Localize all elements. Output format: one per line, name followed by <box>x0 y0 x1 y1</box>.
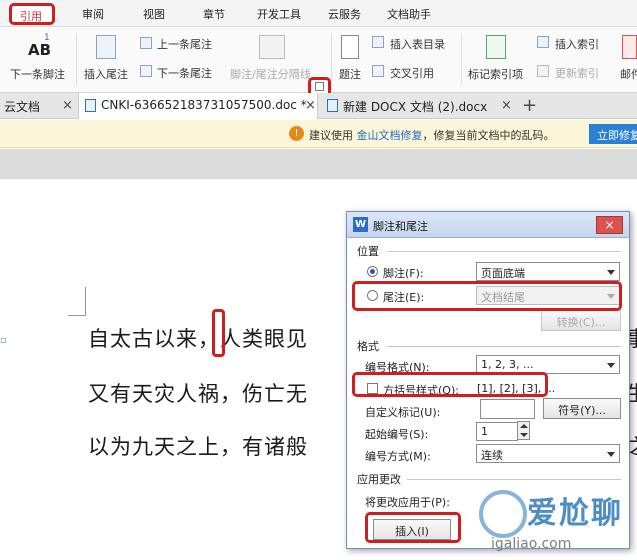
group-divider <box>387 346 621 347</box>
numbering-select[interactable]: 连续 <box>476 444 620 463</box>
paragraph-marker-icon: ▫ <box>0 335 7 346</box>
chevron-down-icon <box>607 452 615 457</box>
page-corner-mark <box>85 287 86 315</box>
start-number-input[interactable]: 1 <box>476 422 518 441</box>
cross-ref-button[interactable]: 交叉引用 <box>390 65 434 81</box>
format-group-label: 格式 <box>357 340 379 353</box>
watermark: 爱尬聊 igaliao.com <box>477 482 635 560</box>
repair-now-button[interactable]: 立即修复 <box>589 124 637 144</box>
repair-link[interactable]: 金山文档修复 <box>357 129 423 142</box>
dialog-title-bar: W 脚注和尾注 × <box>347 212 629 238</box>
separator-icon <box>259 35 285 59</box>
menu-tab-reference[interactable]: 引用 <box>9 3 55 25</box>
apply-to-label: 将更改应用于(P): <box>365 496 450 509</box>
tab-new-docx[interactable]: 新建 DOCX 文档 (2).docx <box>325 93 515 119</box>
custom-mark-label: 自定义标记(U): <box>365 406 441 419</box>
insert-endnote-icon[interactable] <box>96 35 116 59</box>
close-icon[interactable]: × <box>501 98 512 113</box>
ribbon-divider <box>331 33 332 85</box>
document-icon <box>327 99 338 112</box>
insert-endnote-button[interactable]: 插入尾注 <box>84 66 128 82</box>
group-divider <box>407 479 621 480</box>
numbering-label: 编号方式(M): <box>365 450 431 463</box>
ribbon-divider <box>76 33 77 85</box>
prev-endnote-icon <box>140 37 152 49</box>
footnote-label: 脚注(F): <box>383 267 424 280</box>
update-index-button[interactable]: 更新索引 <box>555 65 599 81</box>
custom-mark-input[interactable] <box>480 399 535 419</box>
tab-cnki-doc[interactable]: CNKI-636652183731057500.doc * <box>78 93 318 119</box>
footnote-radio[interactable] <box>367 266 378 277</box>
ribbon-divider <box>461 33 462 85</box>
menu-tab-assistant[interactable]: 文档助手 <box>387 6 431 22</box>
mail-icon[interactable] <box>622 35 637 59</box>
convert-button[interactable]: 转换(C)... <box>541 310 621 331</box>
start-number-stepper[interactable] <box>517 421 530 440</box>
dialog-title: 脚注和尾注 <box>373 220 428 233</box>
chevron-up-icon[interactable] <box>520 424 528 428</box>
page-gap <box>0 149 637 179</box>
chevron-down-icon[interactable] <box>520 433 528 437</box>
watermark-logo-icon <box>479 490 527 538</box>
insert-index-icon <box>537 36 549 48</box>
footnote-position-select[interactable]: 页面底端 <box>476 262 620 281</box>
insert-index-button[interactable]: 插入索引 <box>555 36 599 52</box>
next-endnote-icon <box>140 65 152 77</box>
document-icon <box>85 99 96 112</box>
repair-notice-bar: ! 建议使用 金山文档修复，修复当前文档中的乱码。 立即修复 <box>0 120 637 148</box>
group-divider <box>387 251 621 252</box>
menu-tab-cloud[interactable]: 云服务 <box>328 6 361 22</box>
close-icon[interactable]: × <box>62 98 73 113</box>
document-line-2[interactable]: 又有天灾人祸，伤亡无 <box>88 378 308 408</box>
caption-icon[interactable] <box>341 35 359 59</box>
prev-endnote-button[interactable]: 上一条尾注 <box>157 36 212 52</box>
mark-index-icon[interactable] <box>486 35 506 59</box>
wps-logo-icon: W <box>353 217 368 232</box>
close-icon[interactable]: × <box>305 98 316 113</box>
dialog-close-button[interactable]: × <box>596 216 623 234</box>
menu-tab-developer[interactable]: 开发工具 <box>257 6 301 22</box>
next-footnote-button[interactable]: 下一条脚注 <box>10 66 65 82</box>
apply-group-label: 应用更改 <box>357 473 401 486</box>
new-tab-icon[interactable]: + <box>522 95 537 116</box>
toc-icon <box>372 36 384 48</box>
menu-bar: 引用 审阅 视图 章节 开发工具 云服务 文档助手 <box>0 0 637 27</box>
note-separator-button[interactable]: 脚注/尾注分隔线 <box>230 66 311 82</box>
cross-ref-icon <box>372 65 384 77</box>
cursor-highlight <box>212 309 225 357</box>
update-index-icon <box>537 65 549 77</box>
next-footnote-icon[interactable]: AB 1 <box>26 33 56 61</box>
menu-tab-review[interactable]: 审阅 <box>82 6 104 22</box>
insert-toc-button[interactable]: 插入表目录 <box>390 36 445 52</box>
location-group-label: 位置 <box>357 245 379 258</box>
mark-index-button[interactable]: 标记索引项 <box>468 66 523 82</box>
symbol-button[interactable]: 符号(Y)... <box>543 398 621 419</box>
caption-button[interactable]: 题注 <box>339 66 361 82</box>
warning-icon: ! <box>289 126 304 141</box>
menu-tab-view[interactable]: 视图 <box>143 6 165 22</box>
insert-highlight <box>365 512 461 543</box>
start-number-label: 起始编号(S): <box>365 428 429 441</box>
next-endnote-button[interactable]: 下一条尾注 <box>157 65 212 81</box>
chevron-down-icon <box>607 363 615 368</box>
endnote-highlight <box>352 281 622 311</box>
menu-tab-chapter[interactable]: 章节 <box>203 6 225 22</box>
launcher-icon <box>315 82 324 91</box>
mail-button[interactable]: 邮件 <box>620 66 637 82</box>
chevron-down-icon <box>607 270 615 275</box>
page-corner-mark <box>68 315 86 316</box>
document-line-1[interactable]: 自太古以来，人类眼见 <box>88 323 308 353</box>
document-line-3[interactable]: 以为九天之上，有诸般 <box>88 431 308 461</box>
document-tab-bar: 云文档 × CNKI-636652183731057500.doc * × 新建… <box>0 93 637 119</box>
bracket-style-highlight <box>352 372 548 397</box>
